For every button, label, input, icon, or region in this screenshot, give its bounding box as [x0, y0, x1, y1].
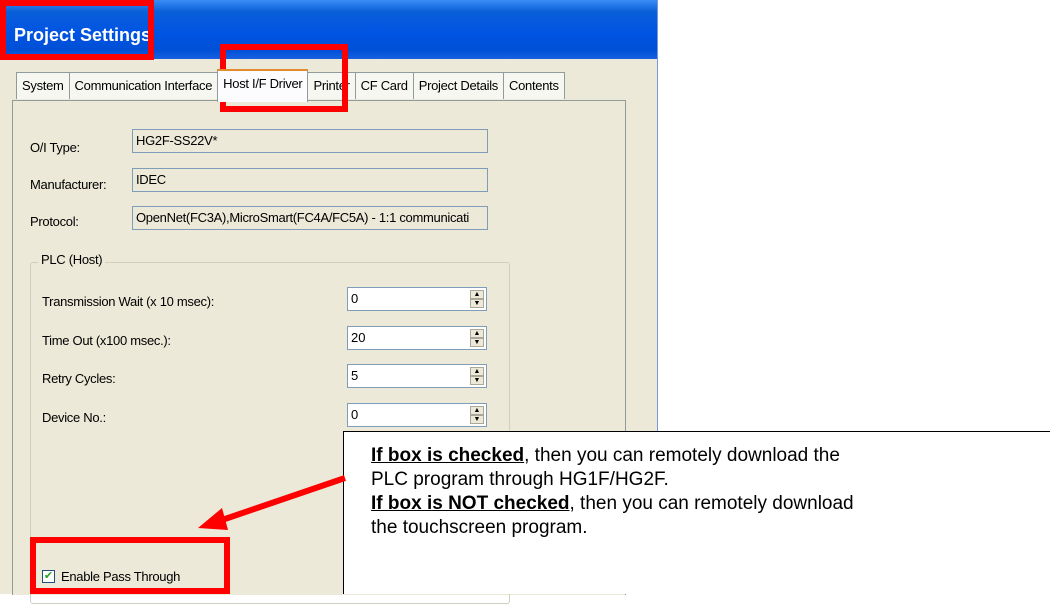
callout-not-checked-text: , then you can remotely download [569, 493, 854, 514]
time-out-value[interactable]: 20 [351, 330, 365, 345]
tab-system[interactable]: System [16, 72, 70, 99]
transmission-wait-label: Transmission Wait (x 10 msec): [42, 294, 215, 309]
highlight-checkbox-box [30, 537, 230, 594]
retry-cycles-spinner[interactable]: 5 ▲ ▼ [347, 364, 487, 388]
callout-line-1: If box is checked, then you can remotely… [371, 444, 1050, 468]
time-out-stepper[interactable]: ▲ ▼ [470, 329, 484, 347]
retry-cycles-stepper[interactable]: ▲ ▼ [470, 367, 484, 385]
device-no-spinner[interactable]: 0 ▲ ▼ [347, 403, 487, 427]
manufacturer-label: Manufacturer: [30, 177, 107, 192]
time-out-spinner[interactable]: 20 ▲ ▼ [347, 326, 487, 350]
transmission-wait-spinner[interactable]: 0 ▲ ▼ [347, 287, 487, 311]
tab-contents[interactable]: Contents [503, 72, 565, 99]
callout-note: If box is checked, then you can remotely… [343, 431, 1050, 594]
tab-host-if-driver[interactable]: Host I/F Driver [217, 69, 309, 102]
tab-project-details[interactable]: Project Details [412, 72, 505, 99]
transmission-wait-stepper[interactable]: ▲ ▼ [470, 290, 484, 308]
device-no-value[interactable]: 0 [351, 407, 358, 422]
transmission-wait-value[interactable]: 0 [351, 291, 358, 306]
spin-up-icon[interactable]: ▲ [470, 406, 484, 415]
tab-strip: System Communication Interface Host I/F … [16, 69, 565, 102]
device-no-stepper[interactable]: ▲ ▼ [470, 406, 484, 424]
tab-cf-card[interactable]: CF Card [354, 72, 414, 99]
spin-down-icon[interactable]: ▼ [470, 299, 484, 308]
spin-down-icon[interactable]: ▼ [470, 415, 484, 424]
oi-type-label: O/I Type: [30, 140, 80, 155]
retry-cycles-label: Retry Cycles: [42, 371, 116, 386]
protocol-field: OpenNet(FC3A),MicroSmart(FC4A/FC5A) - 1:… [132, 206, 488, 230]
callout-checked-heading: If box is checked [371, 445, 525, 466]
callout-checked-text: , then you can remotely download the [524, 445, 840, 466]
callout-line-2: PLC program through HG1F/HG2F. [371, 469, 669, 490]
spin-down-icon[interactable]: ▼ [470, 376, 484, 385]
callout-not-checked-heading: If box is NOT checked [371, 493, 570, 514]
highlight-title-box [0, 0, 154, 60]
callout-line-3: If box is NOT checked, then you can remo… [371, 492, 1050, 516]
tab-communication-interface[interactable]: Communication Interface [68, 72, 219, 99]
spin-up-icon[interactable]: ▲ [470, 367, 484, 376]
retry-cycles-value[interactable]: 5 [351, 368, 358, 383]
time-out-label: Time Out (x100 msec.): [42, 333, 171, 348]
spin-down-icon[interactable]: ▼ [470, 338, 484, 347]
spin-up-icon[interactable]: ▲ [470, 290, 484, 299]
callout-line-4: the touchscreen program. [371, 517, 588, 538]
plc-host-group-title: PLC (Host) [38, 252, 106, 267]
protocol-label: Protocol: [30, 214, 79, 229]
spin-up-icon[interactable]: ▲ [470, 329, 484, 338]
device-no-label: Device No.: [42, 410, 106, 425]
manufacturer-field: IDEC [132, 168, 488, 192]
oi-type-field: HG2F-SS22V* [132, 129, 488, 153]
